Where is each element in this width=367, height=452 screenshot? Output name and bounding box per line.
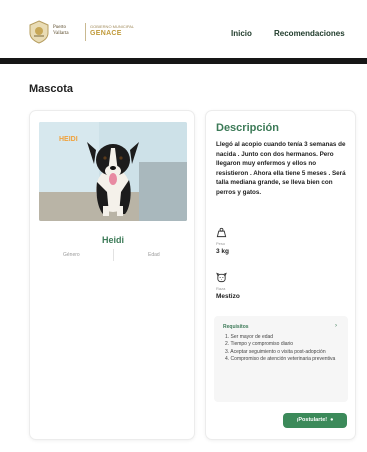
breed-label: Raza [216, 286, 226, 291]
meta-divider [113, 249, 114, 261]
requirements-title: Requisitos [223, 324, 249, 330]
nav-link-recomendaciones[interactable]: Recomendaciones [274, 29, 345, 38]
logo-brand: GENACE [90, 30, 122, 37]
dog-face-icon [216, 272, 227, 283]
requirement-item: 4. Compromiso de atención veterinaria pr… [225, 356, 336, 363]
site-header: Puerto Vallarta GOBIERNO MUNICIPAL GENAC… [0, 0, 367, 58]
requirements-list: 1. Ser mayor de edad 2. Tiempo y comprom… [225, 334, 343, 364]
description-title: Descripción [216, 122, 279, 134]
pet-card: HEIDI Heidi Género Edad [29, 110, 195, 440]
breed-value: Mestizo [216, 293, 240, 300]
requirement-item: 3. Aceptar seguimiento o visita post-ado… [225, 348, 326, 355]
photo-watermark: HEIDI [59, 136, 78, 143]
weight-icon [216, 227, 227, 238]
paw-icon: ● [330, 417, 334, 423]
header-divider-bar [0, 58, 367, 64]
logo-subtitle: GOBIERNO MUNICIPAL [90, 24, 135, 29]
description-text: Llegó al acopio cuando tenía 3 semanas d… [216, 141, 346, 196]
apply-button-label: ¡Postularte! [296, 417, 328, 423]
requirements-panel[interactable]: Requisitos › 1. Ser mayor de edad 2. Tie… [214, 316, 348, 402]
requirement-item: 2. Tiempo y compromiso diario [225, 341, 294, 348]
weight-value: 3 kg [216, 248, 230, 255]
nav-link-inicio[interactable]: Inicio [231, 29, 252, 38]
logo-divider [85, 23, 86, 41]
requirement-item: 1. Ser mayor de edad [225, 334, 274, 340]
municipality-logo[interactable]: Puerto Vallarta GOBIERNO MUNICIPAL GENAC… [28, 20, 158, 44]
weight-label: Peso [216, 241, 226, 246]
pet-age-label: Edad [148, 252, 160, 258]
pet-photo: HEIDI [39, 122, 187, 221]
chevron-right-icon[interactable]: › [335, 323, 337, 329]
page-title: Mascota [29, 83, 74, 95]
details-card: Descripción Llegó al acopio cuando tenía… [205, 110, 356, 440]
logo-city-name: Puerto Vallarta [53, 25, 69, 36]
seal-icon [29, 20, 49, 44]
apply-button[interactable]: ¡Postularte! ● [283, 413, 347, 428]
pet-name: Heidi [101, 235, 124, 245]
pet-sex-label: Género [63, 252, 80, 258]
